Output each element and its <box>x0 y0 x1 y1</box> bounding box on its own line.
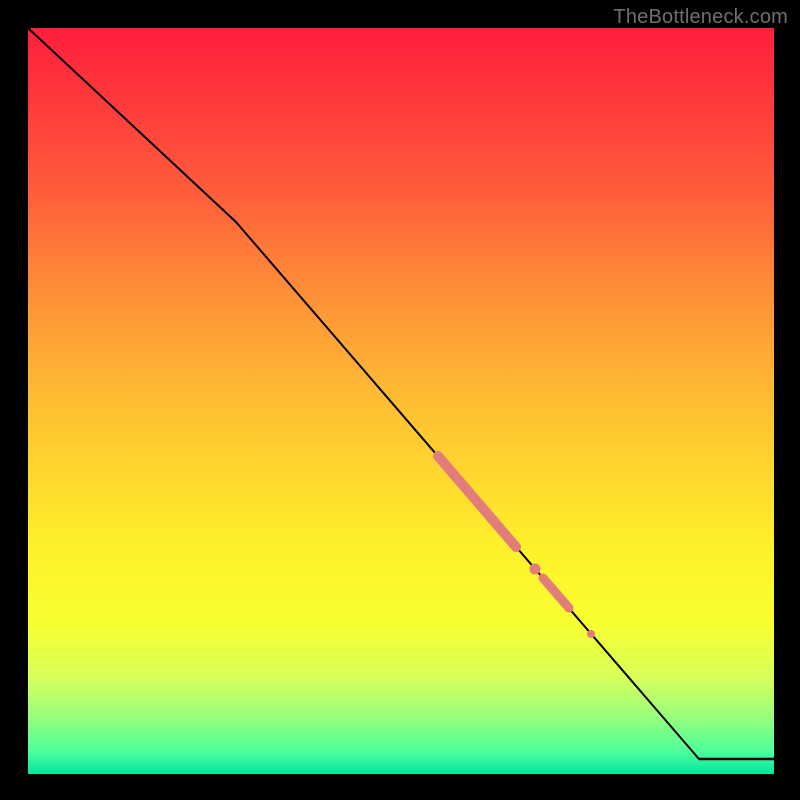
highlight-dot-1 <box>530 564 541 575</box>
bottleneck-curve <box>28 28 774 759</box>
watermark-text: TheBottleneck.com <box>613 6 788 29</box>
plot-area <box>28 28 774 774</box>
highlight-segment-1 <box>438 456 516 547</box>
chart-overlay <box>28 28 774 774</box>
highlight-dot-2 <box>587 630 595 638</box>
highlight-segment-2 <box>543 578 569 608</box>
chart-canvas: TheBottleneck.com <box>0 0 800 800</box>
